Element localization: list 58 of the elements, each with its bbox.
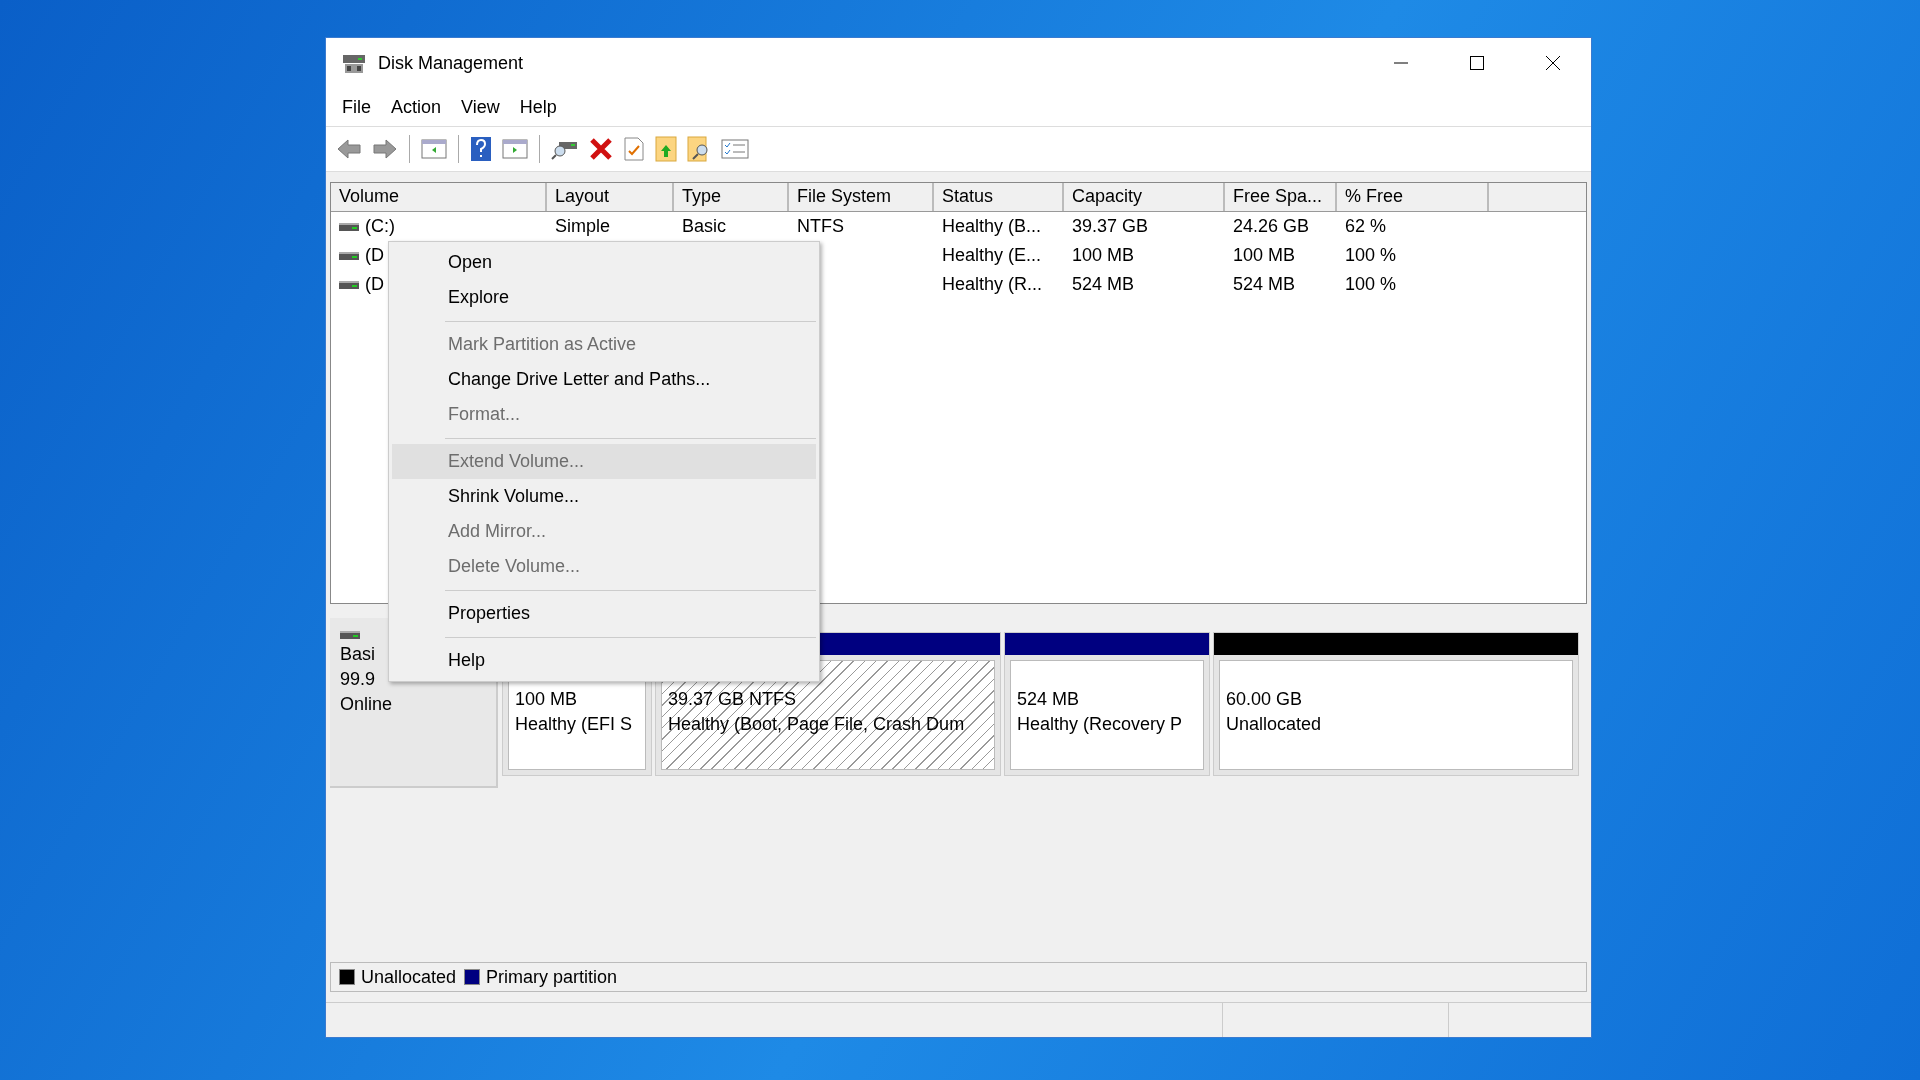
- partition-status: Healthy (EFI S: [515, 714, 634, 735]
- table-cell: 62 %: [1345, 216, 1387, 237]
- minimize-icon: [1393, 62, 1409, 64]
- delete-icon[interactable]: [587, 136, 615, 162]
- legend-label: Unallocated: [361, 966, 457, 988]
- table-cell: Healthy (R...: [942, 274, 1043, 295]
- maximize-icon: [1469, 55, 1485, 71]
- menu-item[interactable]: Action: [383, 94, 450, 120]
- partition-status: Unallocated: [1226, 714, 1323, 735]
- menu-item[interactable]: Open: [392, 245, 816, 280]
- partition-size: 39.37 GB NTFS: [668, 689, 798, 710]
- menu-item[interactable]: Properties: [392, 596, 816, 631]
- disk-management-icon: [342, 52, 366, 74]
- table-cell: (C:): [365, 216, 395, 237]
- partition-block[interactable]: 524 MB Healthy (Recovery P: [1004, 632, 1210, 776]
- help-icon[interactable]: [468, 134, 494, 164]
- menu-item[interactable]: Shrink Volume...: [392, 479, 816, 514]
- table-cell: 100 %: [1345, 274, 1397, 295]
- table-cell: 100 MB: [1072, 245, 1135, 266]
- disk-size: 99.9: [340, 669, 376, 690]
- disk-drive-icon: [340, 630, 360, 640]
- table-cell: 24.26 GB: [1233, 216, 1310, 237]
- volume-drive-icon: [339, 279, 359, 290]
- close-icon: [1545, 55, 1561, 71]
- legend-label: Primary partition: [486, 966, 618, 988]
- partition-block[interactable]: 60.00 GB Unallocated: [1213, 632, 1579, 776]
- table-cell: 524 MB: [1233, 274, 1296, 295]
- checklist-icon[interactable]: [621, 135, 647, 163]
- menu-item[interactable]: View: [453, 94, 508, 120]
- partition-status: Healthy (Recovery P: [1017, 714, 1184, 735]
- properties-icon[interactable]: [719, 136, 751, 162]
- table-cell: Healthy (B...: [942, 216, 1042, 237]
- folder-up-icon[interactable]: [653, 134, 679, 164]
- partition-size: 60.00 GB: [1226, 689, 1304, 710]
- partition-size: 524 MB: [1017, 689, 1081, 710]
- menu-item[interactable]: File: [334, 94, 379, 120]
- table-cell: 39.37 GB: [1072, 216, 1149, 237]
- table-cell: Basic: [682, 216, 726, 237]
- table-cell: NTFS: [797, 216, 844, 237]
- table-cell: (D: [365, 274, 384, 295]
- table-cell: Simple: [555, 216, 611, 237]
- partition-size: 100 MB: [515, 689, 579, 710]
- table-cell: Healthy (E...: [942, 245, 1042, 266]
- window-title: Disk Management: [378, 52, 524, 74]
- volume-drive-icon: [339, 250, 359, 261]
- table-cell: 100 MB: [1233, 245, 1296, 266]
- menu-item[interactable]: Change Drive Letter and Paths...: [392, 362, 816, 397]
- action-pane-icon[interactable]: [500, 136, 530, 162]
- menu-item[interactable]: Explore: [392, 280, 816, 315]
- partition-status: Healthy (Boot, Page File, Crash Dum: [668, 714, 966, 735]
- table-cell: 100 %: [1345, 245, 1397, 266]
- table-cell: (D: [365, 245, 384, 266]
- console-tree-icon[interactable]: [419, 136, 449, 162]
- volume-drive-icon: [339, 221, 359, 232]
- table-cell: 524 MB: [1072, 274, 1135, 295]
- disk-type: Basi: [340, 644, 375, 665]
- menu-item[interactable]: Help: [511, 94, 565, 120]
- disk-state: Online: [340, 694, 393, 715]
